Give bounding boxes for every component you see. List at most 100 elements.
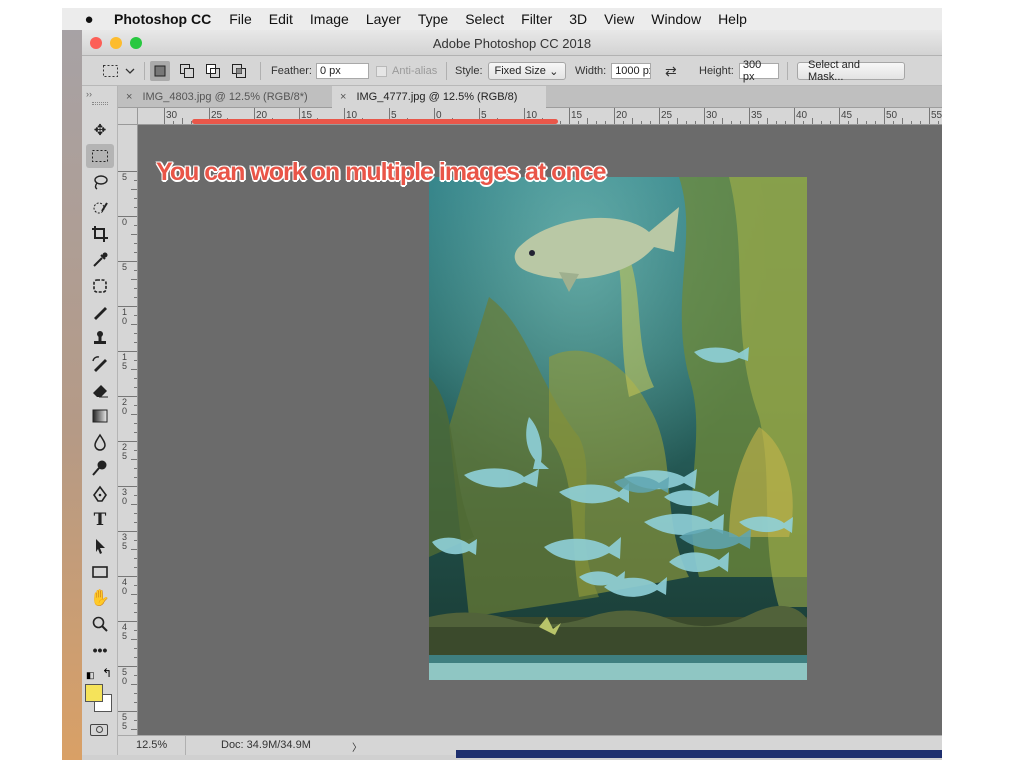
ruler-tick-label: 10	[122, 307, 128, 326]
ruler-tick	[118, 216, 137, 217]
swap-colors-icon[interactable]: ↰	[102, 666, 112, 680]
eyedropper-tool-icon[interactable]	[86, 248, 114, 272]
feather-label: Feather:	[271, 65, 312, 77]
status-menu-arrow[interactable]: 〉	[352, 739, 362, 754]
ruler-tick	[118, 171, 137, 172]
path-selection-tool-icon[interactable]	[86, 534, 114, 558]
menu-layer[interactable]: Layer	[366, 11, 401, 27]
ruler-tick-label: 30	[122, 487, 128, 506]
swap-dimensions-icon[interactable]: ⇄	[665, 56, 677, 86]
feather-input[interactable]: 0 px	[315, 63, 369, 79]
menu-3d[interactable]: 3D	[569, 11, 587, 27]
menu-view[interactable]: View	[604, 11, 634, 27]
menu-filter[interactable]: Filter	[521, 11, 552, 27]
healing-brush-icon	[93, 279, 107, 293]
ruler-tick-label: 35	[122, 532, 128, 551]
canvas-area[interactable]	[138, 125, 942, 735]
menu-image[interactable]: Image	[310, 11, 349, 27]
aquarium-photo[interactable]	[429, 177, 807, 680]
panel-collapse-icon[interactable]: ››	[86, 89, 92, 99]
tab-img-4803[interactable]: × IMG_4803.jpg @ 12.5% (RGB/8*)	[118, 86, 332, 108]
menu-select[interactable]: Select	[465, 11, 504, 27]
menu-file[interactable]: File	[229, 11, 252, 27]
blur-tool-icon[interactable]	[86, 430, 114, 454]
drop-icon	[94, 433, 106, 451]
ruler-tick	[118, 351, 137, 352]
move-tool-icon[interactable]: ✥	[86, 118, 114, 142]
ruler-minor-tick	[875, 121, 876, 124]
lasso-tool-icon[interactable]	[86, 170, 114, 194]
ruler-minor-tick	[596, 121, 597, 124]
tab-img-4777[interactable]: × IMG_4777.jpg @ 12.5% (RGB/8)	[332, 86, 546, 108]
app-menu[interactable]: Photoshop CC	[114, 11, 211, 27]
subtract-from-selection-button[interactable]	[203, 61, 223, 81]
pen-tool-icon[interactable]	[86, 482, 114, 506]
width-input[interactable]: 1000 px	[611, 63, 652, 79]
add-to-selection-button[interactable]	[177, 61, 197, 81]
default-colors-icon[interactable]: ◧	[86, 670, 95, 681]
ruler-tick-label: 25	[122, 442, 128, 461]
gradient-tool-icon[interactable]	[86, 404, 114, 428]
width-group: Width: 1000 px	[575, 56, 652, 86]
brush-tool-icon[interactable]	[86, 300, 114, 324]
crop-tool-icon[interactable]	[86, 222, 114, 246]
marquee-preset-icon	[103, 65, 135, 77]
ruler-tick	[839, 108, 840, 124]
ruler-minor-tick	[848, 121, 849, 124]
style-dropdown[interactable]: Fixed Size ⌄	[487, 62, 566, 80]
tool-preset-picker[interactable]	[102, 56, 136, 86]
menu-type[interactable]: Type	[418, 11, 448, 27]
ruler-origin[interactable]	[118, 108, 138, 125]
ruler-minor-tick	[134, 342, 137, 343]
ruler-minor-tick	[134, 315, 137, 316]
quick-selection-tool-icon[interactable]	[86, 196, 114, 220]
tab-label: IMG_4777.jpg @ 12.5% (RGB/8)	[356, 91, 518, 103]
ruler-tick-label: 45	[122, 622, 128, 641]
ruler-minor-tick	[134, 450, 137, 451]
vertical-ruler[interactable]: 5051015202530354045505560	[118, 125, 138, 735]
menu-help[interactable]: Help	[718, 11, 747, 27]
ruler-minor-tick	[131, 684, 137, 685]
ruler-minor-tick	[134, 675, 137, 676]
more-tools-icon[interactable]: •••	[86, 638, 114, 662]
menu-edit[interactable]: Edit	[269, 11, 293, 27]
ruler-minor-tick	[866, 121, 867, 124]
healing-brush-tool-icon[interactable]	[86, 274, 114, 298]
zoom-tool-icon[interactable]	[86, 612, 114, 636]
new-selection-button[interactable]	[150, 61, 170, 81]
close-tab-icon[interactable]: ×	[340, 91, 346, 103]
ruler-minor-tick	[668, 121, 669, 124]
quick-mask-icon[interactable]	[90, 724, 108, 736]
foreground-color-swatch[interactable]	[85, 684, 103, 702]
close-tab-icon[interactable]: ×	[126, 91, 132, 103]
apple-icon[interactable]: ●	[74, 11, 104, 28]
ruler-tick	[118, 576, 137, 577]
magnifier-icon	[92, 616, 108, 632]
gradient-icon	[92, 409, 108, 423]
panel-grip[interactable]	[92, 102, 108, 105]
dodge-tool-icon[interactable]	[86, 456, 114, 480]
ruler-minor-tick	[857, 118, 858, 124]
select-and-mask-button[interactable]: Select and Mask...	[797, 59, 905, 83]
ruler-tick	[614, 108, 615, 124]
menu-window[interactable]: Window	[651, 11, 701, 27]
history-brush-tool-icon[interactable]	[86, 352, 114, 376]
rectangle-tool-icon[interactable]	[86, 560, 114, 584]
type-tool-icon[interactable]: T	[86, 508, 114, 532]
rectangular-marquee-tool-icon[interactable]	[86, 144, 114, 168]
ruler-tick	[794, 108, 795, 124]
zoom-level[interactable]: 12.5%	[136, 739, 167, 751]
antialias-checkbox[interactable]	[376, 65, 387, 77]
antialias-label: Anti-alias	[392, 65, 438, 77]
intersect-selection-button[interactable]	[229, 61, 249, 81]
ruler-minor-tick	[731, 121, 732, 124]
eraser-tool-icon[interactable]	[86, 378, 114, 402]
height-input[interactable]: 300 px	[738, 59, 779, 83]
eyedropper-icon	[93, 252, 108, 267]
ruler-minor-tick	[740, 121, 741, 124]
subtract-selection-icon	[206, 64, 220, 78]
ruler-minor-tick	[911, 121, 912, 124]
hand-tool-icon[interactable]: ✋	[86, 586, 114, 610]
clone-stamp-tool-icon[interactable]	[86, 326, 114, 350]
ruler-tick-label: 55	[931, 110, 942, 121]
